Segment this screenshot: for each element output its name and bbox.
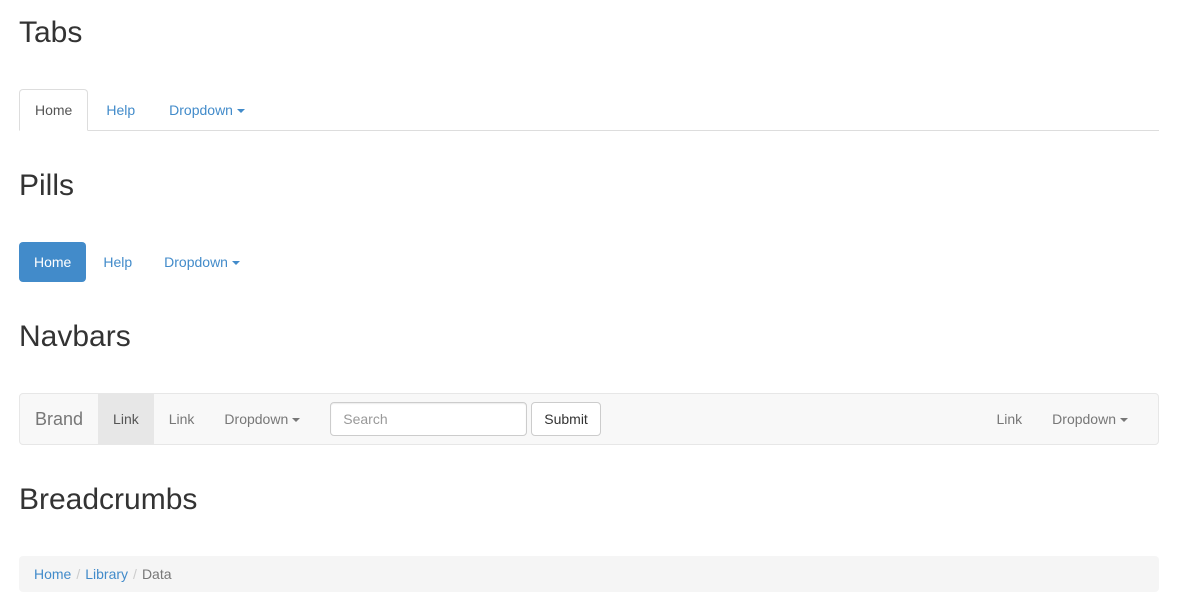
caret-down-icon: [231, 261, 240, 266]
pills-section-title: Pills: [19, 169, 75, 202]
tab-help-link[interactable]: Help: [90, 89, 151, 131]
breadcrumb-separator-glyph: /: [76, 566, 81, 582]
navbar-right-link: Link: [981, 394, 1037, 444]
breadcrumb-separator: /: [128, 564, 142, 584]
pills-nav: Home Help Dropdown: [19, 242, 257, 282]
navbar-brand[interactable]: Brand: [20, 394, 98, 444]
caret-down-icon: [1120, 418, 1128, 423]
search-input[interactable]: [330, 402, 528, 436]
navbar-dropdown-label: Dropdown: [224, 411, 289, 427]
navbars-section-title: Navbars: [19, 320, 131, 353]
pill-help-link[interactable]: Help: [88, 242, 147, 282]
pill-home-link[interactable]: Home: [19, 242, 87, 282]
breadcrumbs-section-title: Breadcrumbs: [19, 483, 198, 516]
breadcrumb-home-link[interactable]: Home: [34, 566, 71, 582]
pill-help: Help: [88, 242, 147, 282]
navbar-right-dropdown-toggle[interactable]: Dropdown: [1037, 394, 1143, 444]
navbar-link-1: Link: [98, 394, 154, 444]
tab-home: Home: [19, 89, 89, 131]
tab-dropdown: Dropdown: [153, 89, 261, 131]
breadcrumb: Home / Library / Data: [19, 556, 1159, 592]
navbar-link-1-anchor[interactable]: Link: [98, 394, 154, 444]
tabs-section-title: Tabs: [19, 16, 83, 49]
breadcrumb-library-link[interactable]: Library: [85, 566, 128, 582]
tabs-nav: Home Help Dropdown: [19, 89, 1159, 131]
navbar-link-2-anchor[interactable]: Link: [154, 394, 210, 444]
navbar-dropdown: Dropdown: [209, 394, 315, 444]
tab-dropdown-label: Dropdown: [169, 102, 233, 118]
navbar-left-nav: Link Link Dropdown: [98, 394, 315, 444]
navbar-right-dropdown-label: Dropdown: [1052, 411, 1116, 427]
navbar-link-2: Link: [154, 394, 210, 444]
caret-down-icon: [292, 418, 301, 423]
tab-home-link[interactable]: Home: [19, 89, 89, 131]
pill-dropdown-label: Dropdown: [164, 254, 228, 270]
caret-down-icon: [236, 109, 245, 114]
breadcrumb-item-data: Data: [141, 566, 172, 582]
navbar-right-link-anchor[interactable]: Link: [981, 394, 1037, 444]
pill-dropdown-toggle[interactable]: Dropdown: [149, 242, 255, 282]
breadcrumb-separator-glyph: /: [133, 566, 137, 582]
navbar-search-form: Submit: [315, 394, 616, 444]
tab-dropdown-toggle[interactable]: Dropdown: [153, 89, 261, 131]
tab-help: Help: [90, 89, 151, 131]
pill-dropdown: Dropdown: [149, 242, 255, 282]
navbar-right-nav: Link Dropdown: [981, 394, 1143, 444]
navbar: Brand Link Link Dropdown Submit Link Dro…: [19, 393, 1159, 445]
breadcrumb-item-home: Home: [34, 564, 71, 584]
submit-button[interactable]: Submit: [531, 402, 601, 436]
breadcrumb-item-library: Library: [85, 564, 128, 584]
navbar-dropdown-toggle[interactable]: Dropdown: [209, 394, 315, 444]
breadcrumb-separator: /: [71, 564, 85, 584]
navbar-right-dropdown: Dropdown: [1037, 394, 1143, 444]
pill-home: Home: [19, 242, 87, 282]
